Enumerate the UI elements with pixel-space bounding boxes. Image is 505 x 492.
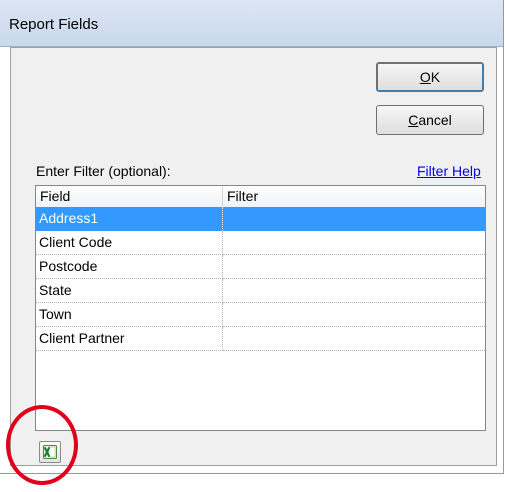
filter-cell[interactable] [223,231,485,255]
column-header-field[interactable]: Field [36,186,223,207]
excel-icon [43,445,57,459]
filter-help-link[interactable]: Filter Help [417,163,481,179]
cancel-label: ancel [418,112,452,128]
filter-cell[interactable] [223,279,485,303]
field-cell[interactable]: Town [36,303,223,327]
field-cell[interactable]: Client Partner [36,327,223,351]
field-cell[interactable]: State [36,279,223,303]
field-cell[interactable]: Address1 [36,207,223,231]
table-row[interactable]: Client Partner [36,327,485,351]
table-row[interactable]: State [36,279,485,303]
column-header-filter[interactable]: Filter [223,186,485,207]
table-row[interactable]: Client Code [36,231,485,255]
field-cell[interactable]: Postcode [36,255,223,279]
report-fields-dialog: Report Fields OK Cancel Enter Filter (op… [0,0,504,474]
field-cell[interactable]: Client Code [36,231,223,255]
filter-cell[interactable] [223,327,485,351]
ok-accelerator: O [419,69,431,85]
cancel-accelerator: C [408,112,419,128]
filter-cell[interactable] [223,255,485,279]
table-row[interactable]: Town [36,303,485,327]
export-to-excel-button[interactable] [39,441,61,463]
filter-cell[interactable] [223,207,485,231]
grid-header: Field Filter [36,186,485,208]
cancel-button[interactable]: Cancel [376,105,484,135]
window-title: Report Fields [9,16,99,33]
table-row[interactable]: Postcode [36,255,485,279]
filter-cell[interactable] [223,303,485,327]
ok-button[interactable]: OK [376,62,484,92]
table-row[interactable]: Address1 [36,207,485,231]
fields-grid[interactable]: Field Filter Address1 Client Code Postco… [35,185,486,431]
title-bar: Report Fields [0,0,503,47]
dialog-body: OK Cancel Enter Filter (optional): Filte… [10,47,497,466]
ok-label: K [430,69,441,85]
filter-label: Enter Filter (optional): [36,163,171,179]
